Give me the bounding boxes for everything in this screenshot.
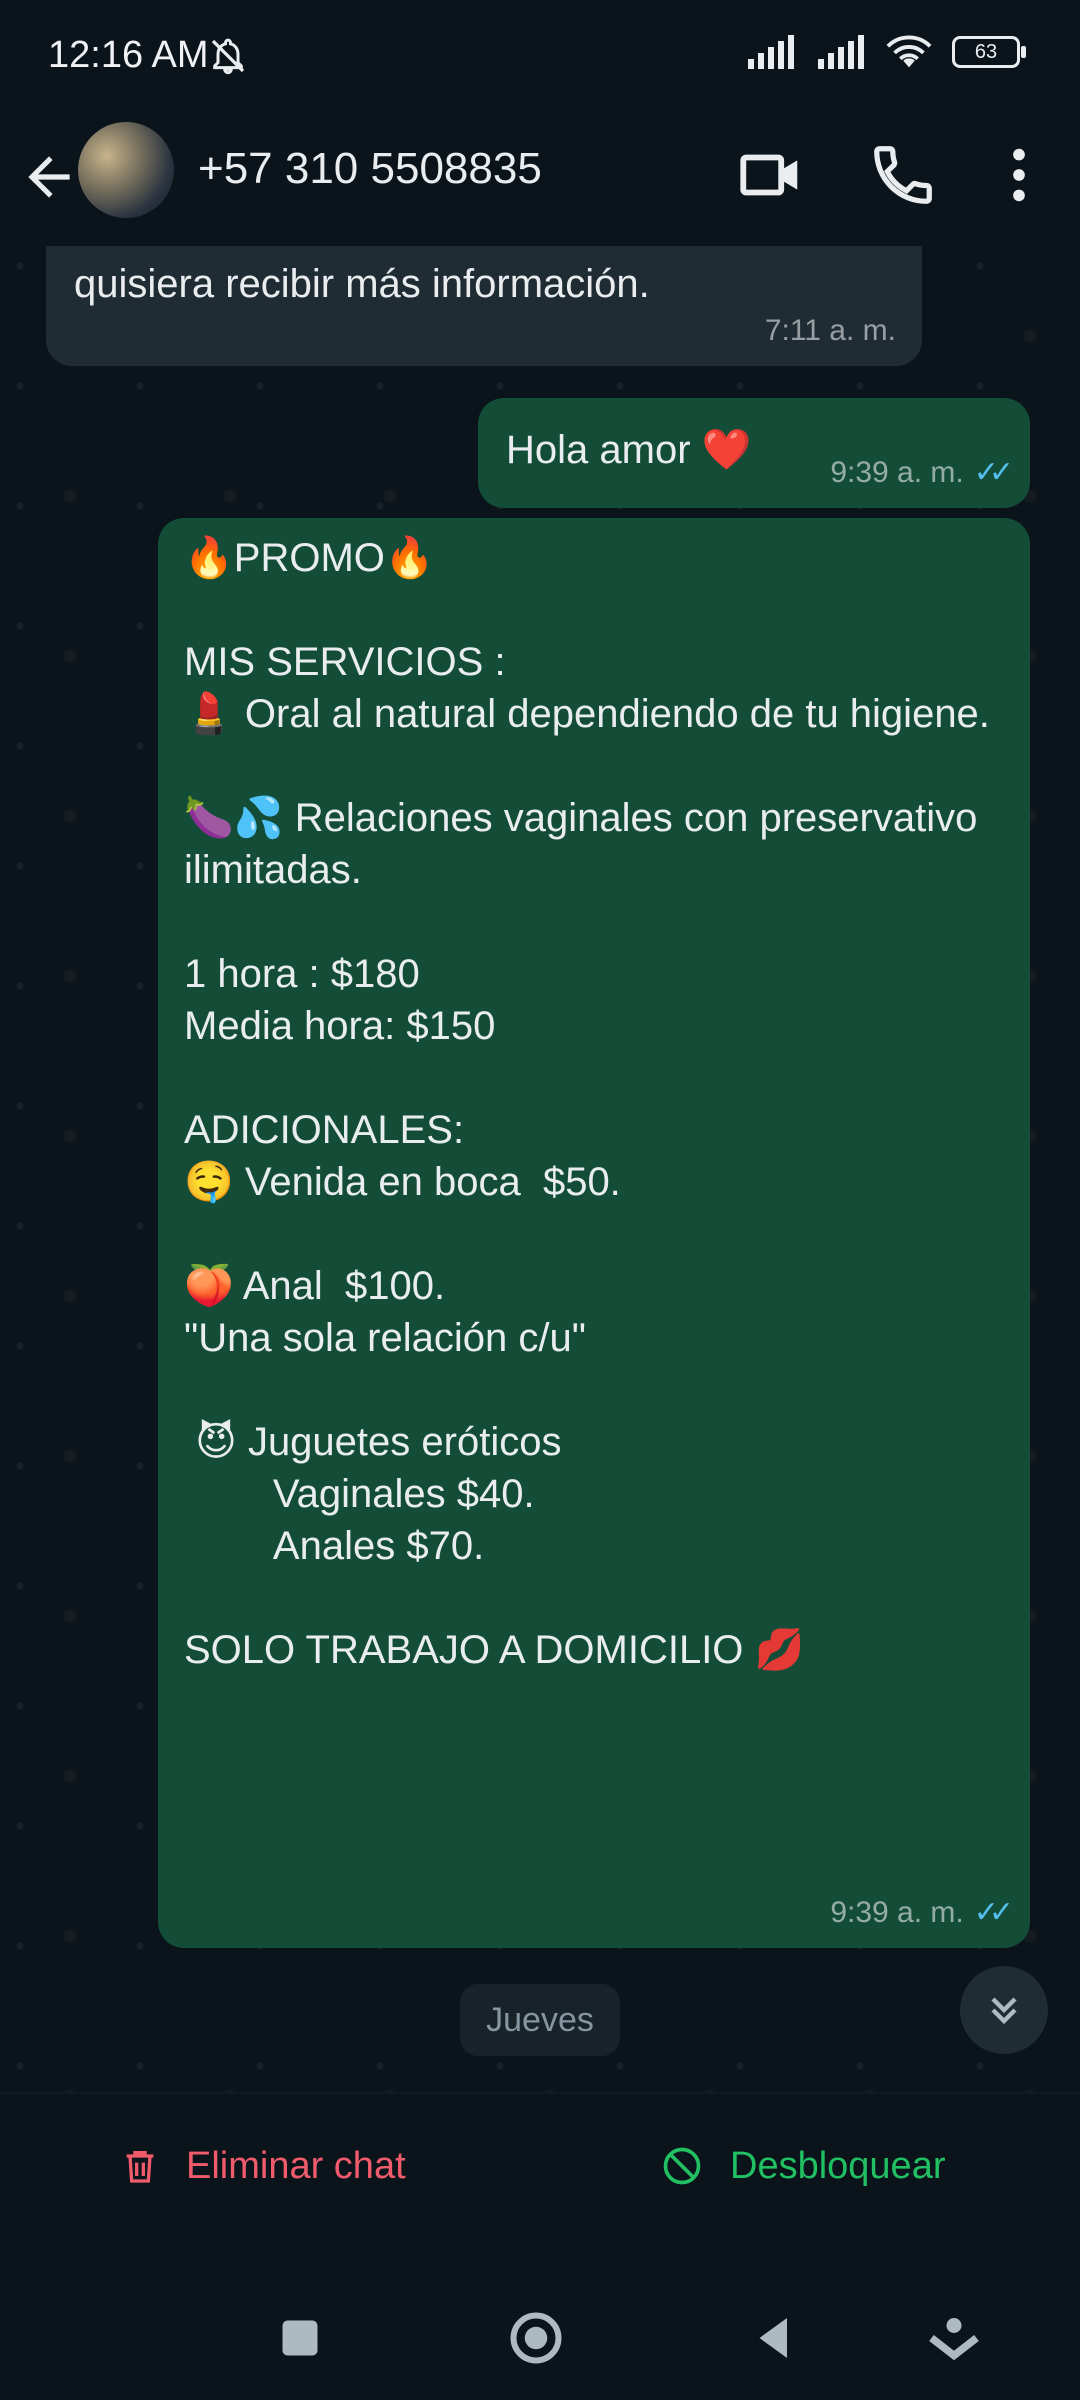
bell-off-icon [211,38,245,75]
unblock-button[interactable]: Desbloquear [660,2144,945,2188]
status-time: 12:16 AM [48,34,209,76]
message-meta: 7:11 a. m. [765,314,896,348]
unblock-label: Desbloquear [730,2144,946,2187]
date-chip: Jueves [460,1984,620,2056]
unblock-icon [663,2147,701,2185]
message-text: 🔥PROMO🔥 MIS SERVICIOS : 💄 Oral al natura… [184,536,990,1672]
message-meta: 9:39 a. m. ✓✓ [830,455,1014,490]
video-call-icon[interactable] [736,140,806,210]
assistant-icon[interactable] [924,2308,984,2368]
home-icon[interactable] [506,2308,566,2368]
chat-area[interactable]: quisiera recibir más información. 7:11 a… [0,246,1080,2092]
outgoing-message[interactable]: Hola amor ❤️ 9:39 a. m. ✓✓ [478,398,1030,508]
incoming-message[interactable]: quisiera recibir más información. 7:11 a… [46,246,922,366]
battery-indicator: 63 [952,36,1026,68]
message-time: 7:11 a. m. [764,314,896,347]
scroll-to-bottom-button[interactable] [960,1966,1048,2054]
message-meta: 9:39 a. m. ✓✓ [830,1895,1014,1930]
message-time: 9:39 a. m. [830,455,964,489]
message-time: 9:39 a. m. [830,1895,964,1929]
phone-icon[interactable] [868,140,938,210]
delete-chat-label: Eliminar chat [186,2144,406,2187]
status-icons: 63 [746,34,1026,70]
message-text: quisiera recibir más información. [74,262,650,306]
back-arrow-icon[interactable] [18,146,80,208]
contact-name[interactable]: +57 310 5508835 [198,144,542,194]
signal-icon [818,35,864,69]
wifi-icon [886,35,932,68]
more-options-icon[interactable] [984,140,1054,210]
read-ticks-icon: ✓✓ [973,456,1014,489]
trash-icon [126,2151,154,2183]
status-bar: 12:16 AM 63 [0,0,1080,116]
blocked-contact-actions: Eliminar chat Desbloquear [0,2092,1080,2270]
message-text: Hola amor ❤️ [506,428,752,472]
recents-icon[interactable] [270,2308,330,2368]
delete-chat-button[interactable]: Eliminar chat [120,2144,406,2188]
signal-icon [748,35,794,69]
double-chevron-down-icon [991,1997,1017,2025]
chat-header: +57 310 5508835 [0,116,1080,246]
outgoing-message[interactable]: 🔥PROMO🔥 MIS SERVICIOS : 💄 Oral al natura… [158,518,1030,1948]
avatar[interactable] [78,122,174,218]
system-nav-bar [0,2268,1080,2400]
read-ticks-icon: ✓✓ [973,1896,1014,1929]
back-icon[interactable] [742,2308,802,2368]
